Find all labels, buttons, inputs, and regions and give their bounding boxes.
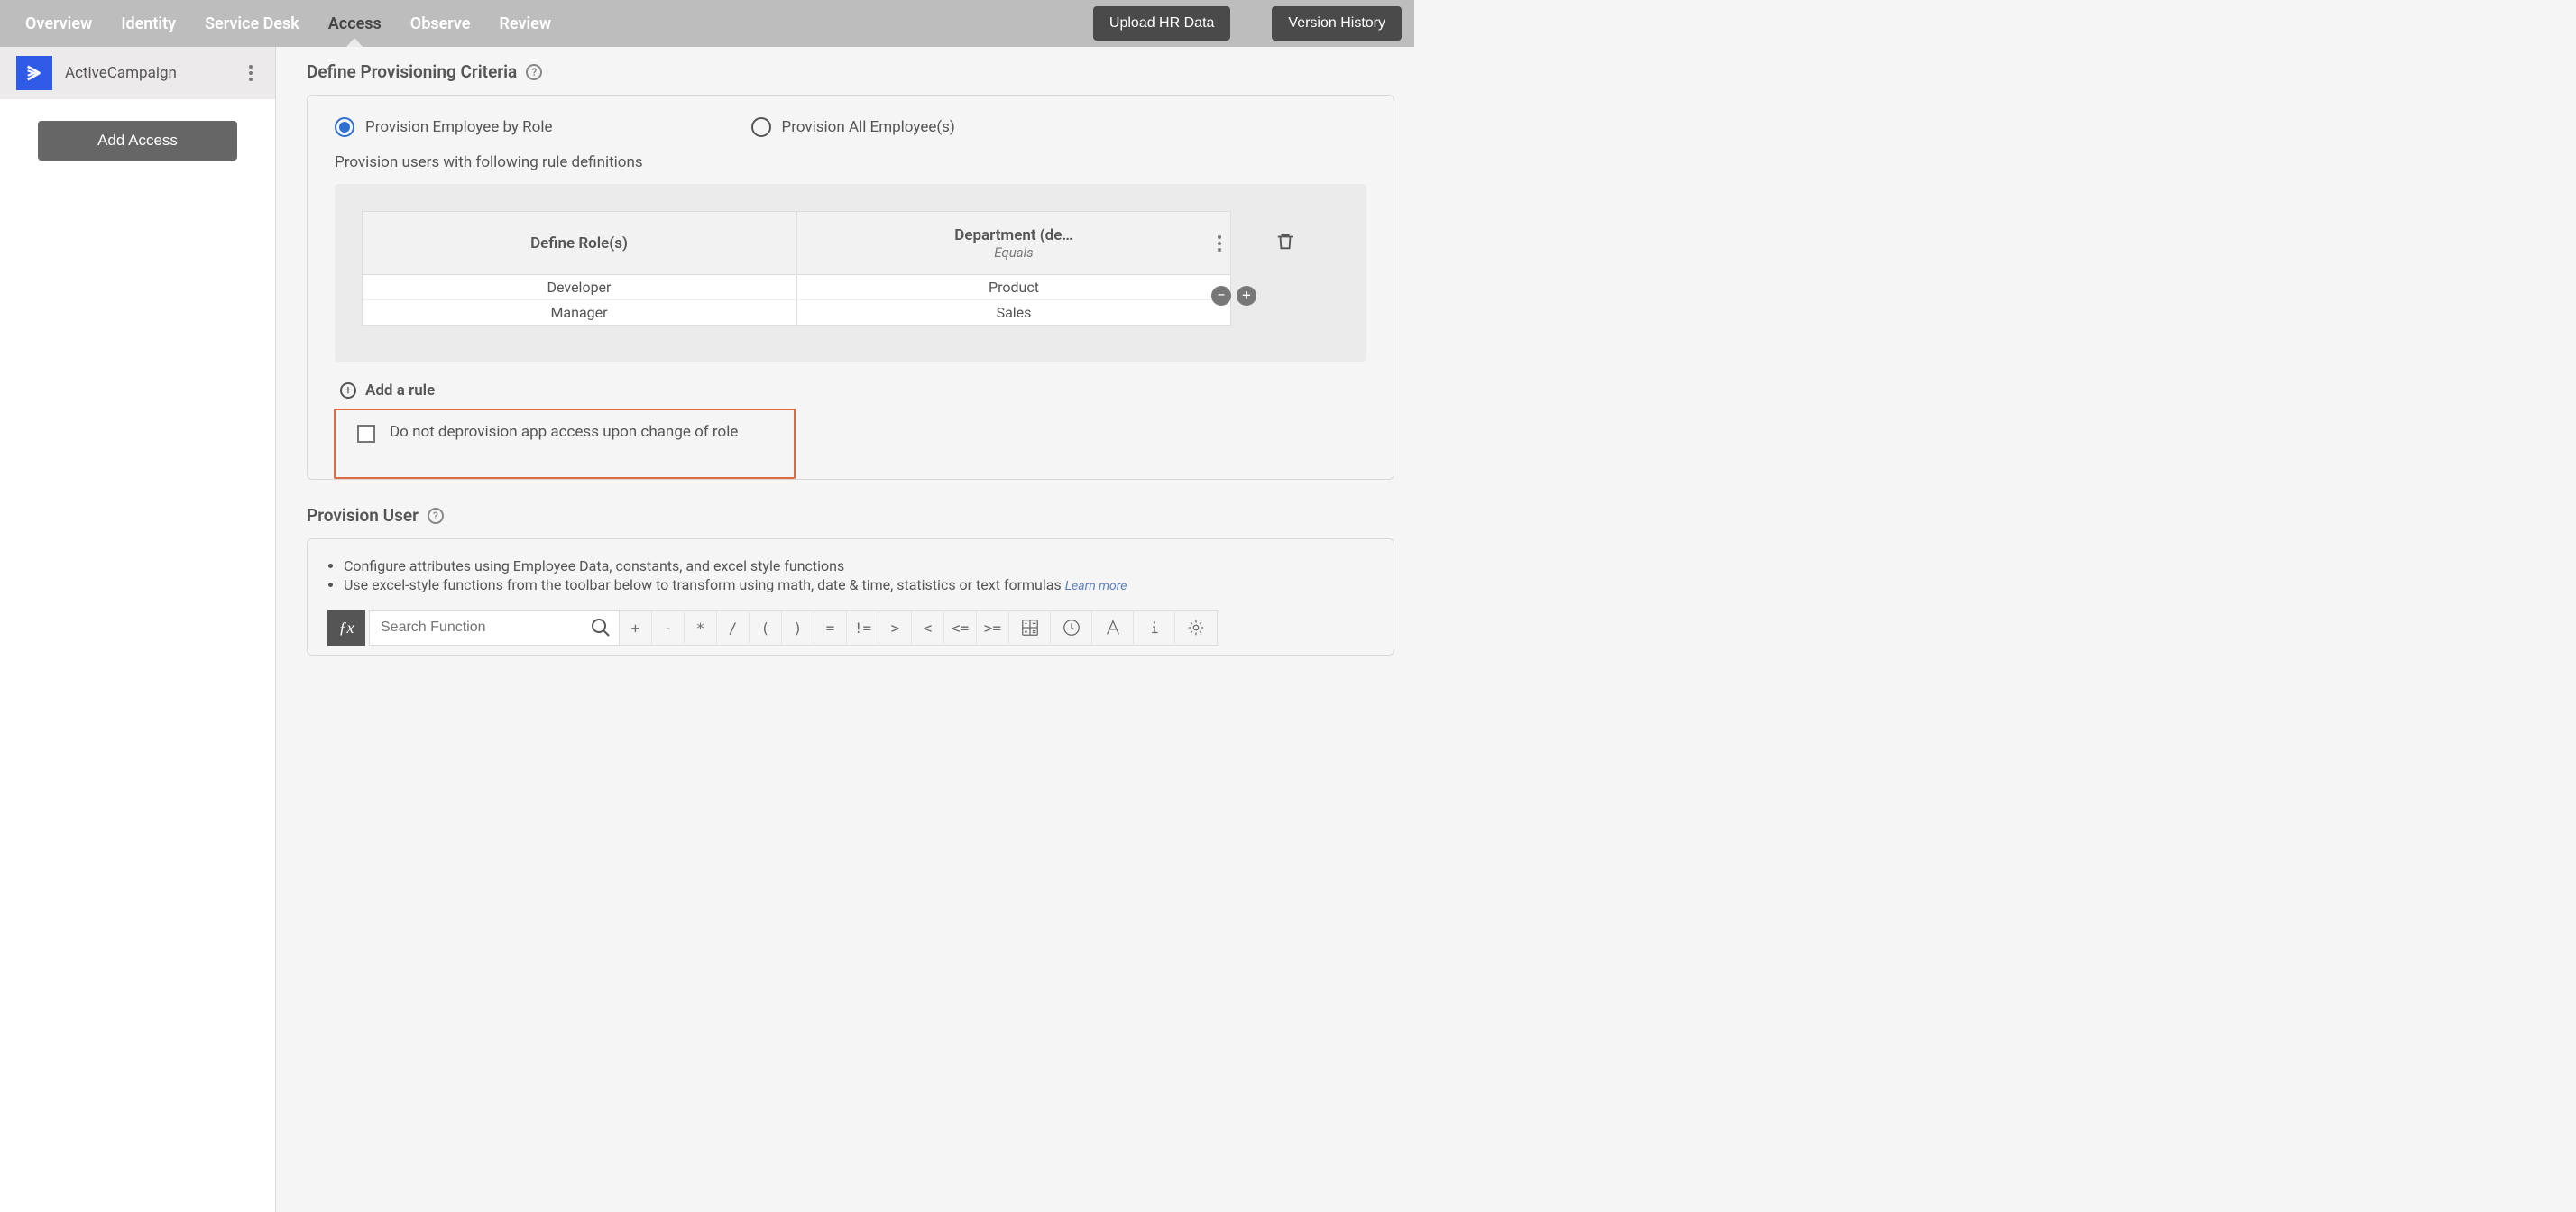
sidebar: ActiveCampaign Add Access bbox=[0, 47, 276, 1212]
add-access-button[interactable]: Add Access bbox=[38, 121, 237, 161]
radio-by-role[interactable]: Provision Employee by Role bbox=[335, 117, 553, 137]
sidebar-app-row[interactable]: ActiveCampaign bbox=[0, 47, 275, 99]
criteria-panel: Provision Employee by Role Provision All… bbox=[307, 95, 1394, 480]
learn-more-link[interactable]: Learn more bbox=[1065, 579, 1127, 593]
provision-bullet: Configure attributes using Employee Data… bbox=[344, 557, 1374, 574]
kebab-icon bbox=[249, 65, 253, 81]
search-input[interactable] bbox=[370, 611, 619, 645]
provision-panel: Configure attributes using Employee Data… bbox=[307, 538, 1394, 656]
activecampaign-logo-icon bbox=[16, 56, 52, 90]
deprovision-checkbox[interactable] bbox=[357, 425, 375, 443]
info-icon[interactable] bbox=[1134, 610, 1175, 646]
add-rule[interactable]: + Add a rule bbox=[340, 381, 1366, 399]
add-rule-label: Add a rule bbox=[365, 381, 435, 399]
col-roles-title: Define Role(s) bbox=[530, 234, 628, 252]
op-eq[interactable]: = bbox=[814, 610, 847, 646]
radio-all-label: Provision All Employee(s) bbox=[782, 118, 955, 136]
radio-all-employees[interactable]: Provision All Employee(s) bbox=[751, 117, 955, 137]
radio-by-role-label: Provision Employee by Role bbox=[365, 118, 553, 136]
help-icon[interactable]: ? bbox=[526, 64, 542, 80]
text-icon[interactable] bbox=[1092, 610, 1134, 646]
col-dept-title: Department (de… bbox=[954, 226, 1072, 244]
top-nav: Overview Identity Service Desk Access Ob… bbox=[0, 0, 1414, 47]
tab-service-desk[interactable]: Service Desk bbox=[205, 2, 299, 46]
add-row-button[interactable]: + bbox=[1237, 286, 1256, 306]
sidebar-app-name: ActiveCampaign bbox=[65, 64, 230, 82]
trash-icon[interactable] bbox=[1275, 231, 1295, 252]
tab-observe[interactable]: Observe bbox=[410, 2, 471, 46]
op-lte[interactable]: <= bbox=[944, 610, 977, 646]
fx-icon[interactable]: ƒx bbox=[327, 610, 365, 646]
rule-box: Define Role(s) Developer Manager Departm… bbox=[335, 184, 1366, 362]
rule-col-roles: Define Role(s) Developer Manager bbox=[362, 211, 796, 326]
op-plus[interactable]: + bbox=[620, 610, 652, 646]
rule-caption: Provision users with following rule defi… bbox=[335, 153, 1366, 171]
tab-access[interactable]: Access bbox=[328, 2, 382, 46]
op-neq[interactable]: != bbox=[847, 610, 879, 646]
sidebar-app-menu[interactable] bbox=[243, 65, 259, 81]
plus-circle-icon: + bbox=[340, 382, 356, 399]
gear-burst-icon[interactable] bbox=[1175, 610, 1217, 646]
op-mult[interactable]: * bbox=[685, 610, 717, 646]
op-lparen[interactable]: ( bbox=[750, 610, 782, 646]
op-lt[interactable]: < bbox=[912, 610, 944, 646]
op-gte[interactable]: >= bbox=[977, 610, 1009, 646]
provision-title: Provision User bbox=[307, 505, 419, 526]
remove-row-button[interactable]: − bbox=[1211, 286, 1231, 306]
criteria-title: Define Provisioning Criteria bbox=[307, 61, 517, 82]
calc-icon[interactable] bbox=[1009, 610, 1051, 646]
table-row[interactable]: Product bbox=[797, 275, 1230, 300]
help-icon[interactable]: ? bbox=[428, 508, 444, 524]
rule-col-department: Department (de… Equals Product Sales bbox=[796, 211, 1231, 326]
function-toolbar: ƒx + - * / ( ) = != > < bbox=[327, 610, 1374, 646]
op-gt[interactable]: > bbox=[879, 610, 912, 646]
col-dept-operator: Equals bbox=[954, 244, 1072, 261]
version-history-button[interactable]: Version History bbox=[1272, 6, 1402, 41]
table-row[interactable]: Developer bbox=[363, 275, 796, 300]
criteria-heading: Define Provisioning Criteria ? bbox=[307, 61, 1394, 82]
tab-overview[interactable]: Overview bbox=[25, 2, 92, 46]
top-tabs: Overview Identity Service Desk Access Ob… bbox=[25, 2, 551, 46]
provision-bullet: Use excel-style functions from the toolb… bbox=[344, 576, 1374, 593]
upload-hr-data-button[interactable]: Upload HR Data bbox=[1093, 6, 1231, 41]
radio-icon bbox=[751, 117, 771, 137]
tab-identity[interactable]: Identity bbox=[121, 2, 176, 46]
search-icon bbox=[590, 617, 612, 638]
provision-heading: Provision User ? bbox=[307, 505, 1394, 526]
op-div[interactable]: / bbox=[717, 610, 750, 646]
clock-icon[interactable] bbox=[1051, 610, 1092, 646]
op-rparen[interactable]: ) bbox=[782, 610, 814, 646]
radio-icon bbox=[335, 117, 354, 137]
tab-review[interactable]: Review bbox=[499, 2, 551, 46]
kebab-icon bbox=[1218, 235, 1221, 252]
deprovision-option: Do not deprovision app access upon chang… bbox=[334, 409, 796, 479]
op-minus[interactable]: - bbox=[652, 610, 685, 646]
table-row[interactable]: Sales bbox=[797, 300, 1230, 325]
table-row[interactable]: Manager bbox=[363, 300, 796, 325]
deprovision-label: Do not deprovision app access upon chang… bbox=[390, 423, 738, 441]
column-menu[interactable] bbox=[1218, 235, 1221, 252]
main-content: Define Provisioning Criteria ? Provision… bbox=[276, 47, 1414, 1212]
